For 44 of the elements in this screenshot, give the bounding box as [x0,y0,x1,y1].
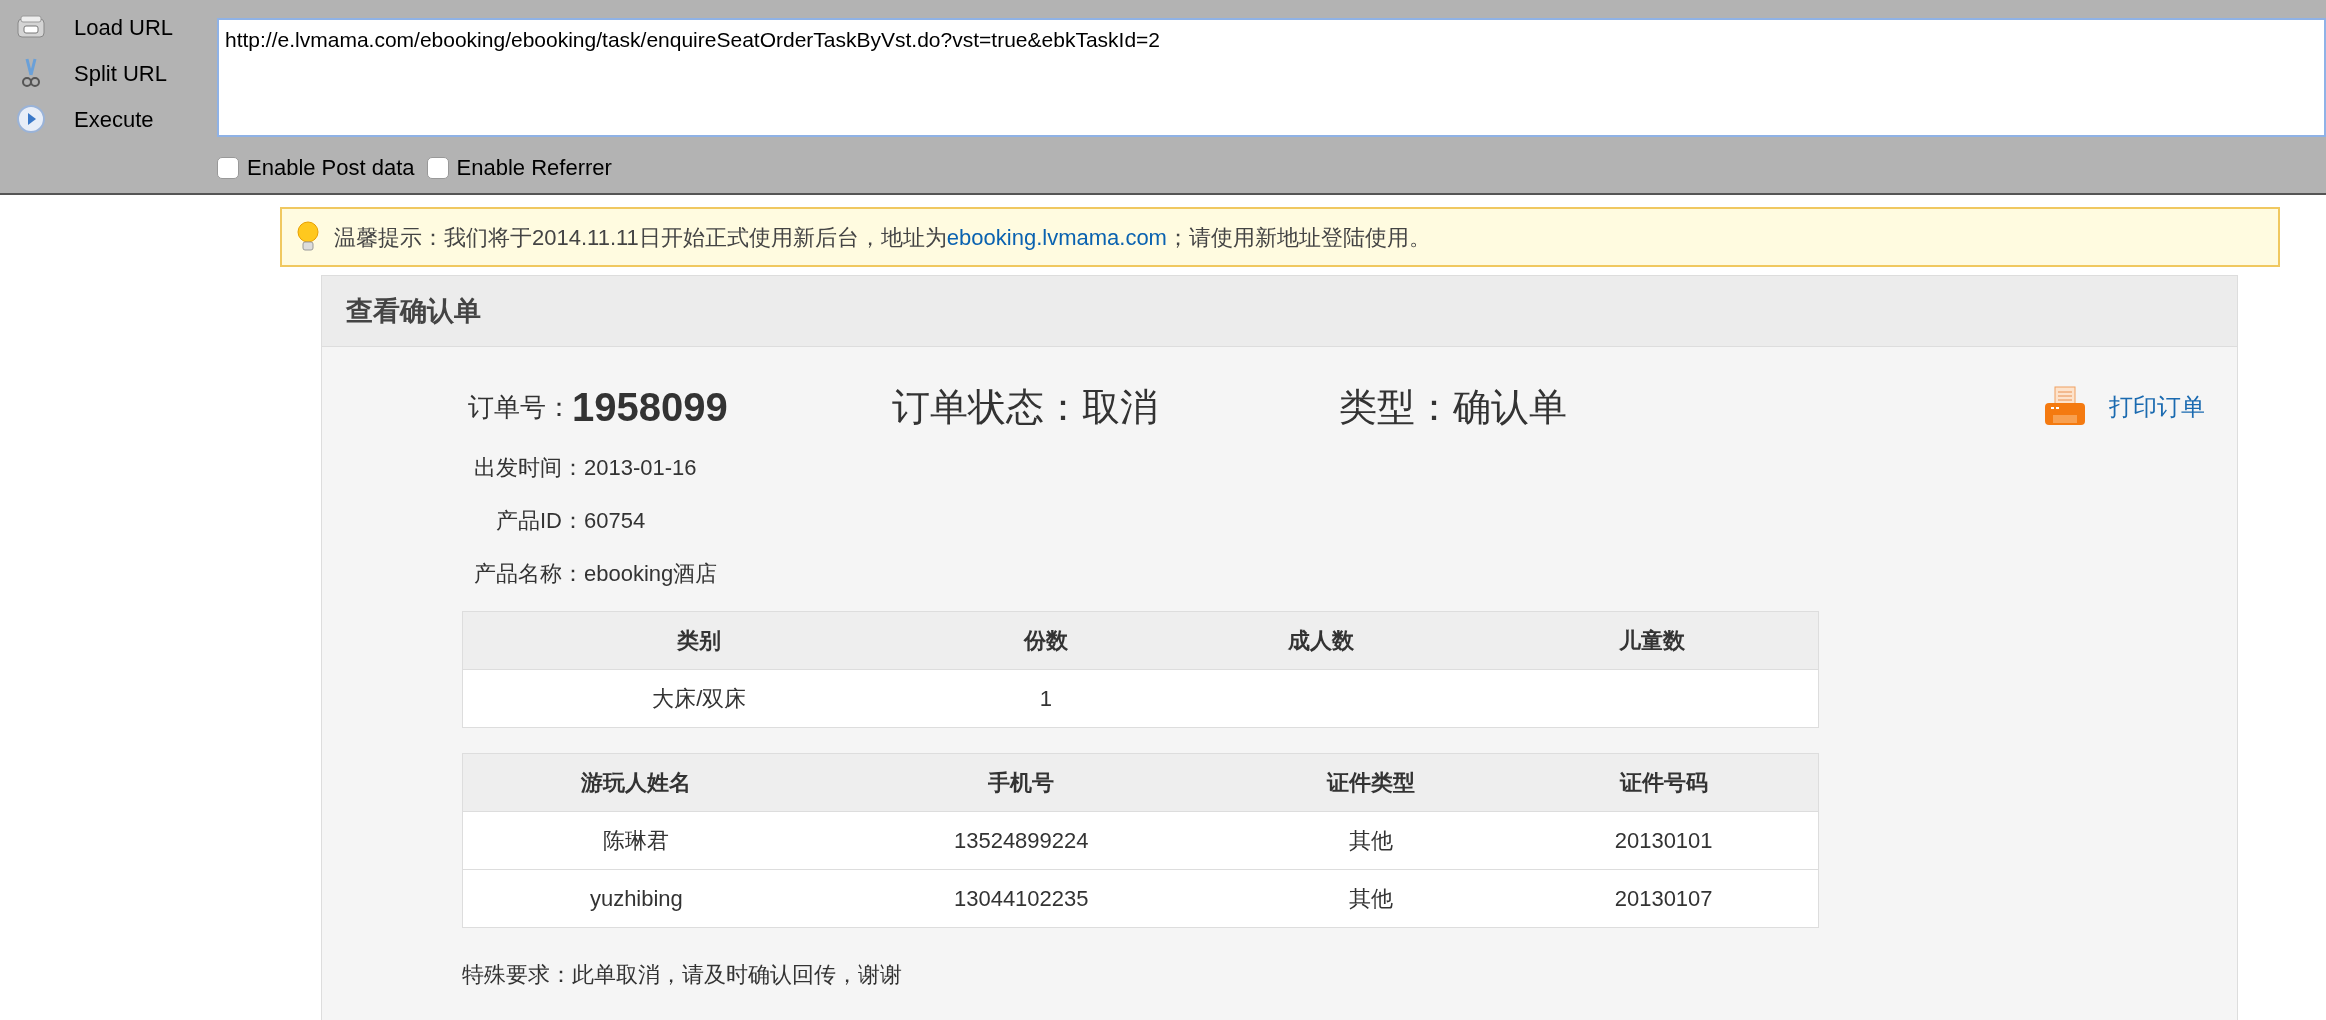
notice-text: 温馨提示：我们将于2014.11.11日开始正式使用新后台，地址为ebooking.lvmama.com；请使用新地址登陆使用。 [334,223,1431,252]
detail-value: ebooking酒店 [584,560,718,588]
toolbar-action-button[interactable]: Load URL [0,8,217,46]
table-cell: 其他 [1232,869,1510,928]
order-type: 类型：确认单 [1339,384,1568,430]
column-header: 成人数 [1155,611,1486,670]
detail-value: 2013-01-16 [584,454,697,482]
detail-label: 产品ID： [495,507,584,535]
checkbox-label: Enable Referrer [456,154,612,182]
print-order-link[interactable]: 打印订单 [2043,385,2207,429]
floppy-drive-icon [14,13,48,41]
checkbox-label: Enable Post data [247,154,415,182]
table-cell: 其他 [1232,811,1510,870]
table-cell: 13044102235 [809,869,1233,928]
table-cell: 陈琳君 [462,811,810,870]
special-request-text: 特殊要求：此单取消，请及时确认回传，谢谢 [462,961,903,989]
order-number-label: 订单号： [468,390,572,424]
detail-label: 产品名称： [473,560,584,588]
detail-value: 60754 [584,507,646,535]
url-field[interactable]: http://e.lvmama.com/ebooking/ebooking/task/enquireSeatOrderTaskByVst.do?vst=true&ebkTaskId=2 [217,18,2326,137]
table-cell: 20130107 [1509,869,1819,928]
column-header: 份数 [935,611,1156,670]
toolbar-action-button[interactable]: Execute [0,100,217,138]
notice-link[interactable]: ebooking.lvmama.com [946,224,1167,250]
table-cell: 13524899224 [809,811,1233,870]
panel-title: 查看确认单 [346,294,481,328]
order-status: 订单状态：取消 [892,384,1159,430]
table-cell: 1 [935,669,1156,728]
column-header: 证件号码 [1509,753,1819,812]
column-header: 证件类型 [1232,753,1510,812]
toolbar-action-button[interactable]: Split URL [0,54,217,92]
column-header: 类别 [462,611,936,670]
checkbox[interactable] [426,156,449,179]
lightbulb-icon [296,221,320,253]
table-cell: 20130101 [1509,811,1819,870]
table-cell: 大床/双床 [462,669,936,728]
detail-label: 出发时间： [473,454,584,482]
table-cell: yuzhibing [462,869,810,928]
checkbox[interactable] [217,156,239,179]
column-header: 儿童数 [1485,611,1819,670]
play-icon [14,104,48,134]
column-header: 手机号 [809,753,1233,812]
column-header: 游玩人姓名 [462,753,810,812]
order-number: 1958099 [572,384,729,431]
